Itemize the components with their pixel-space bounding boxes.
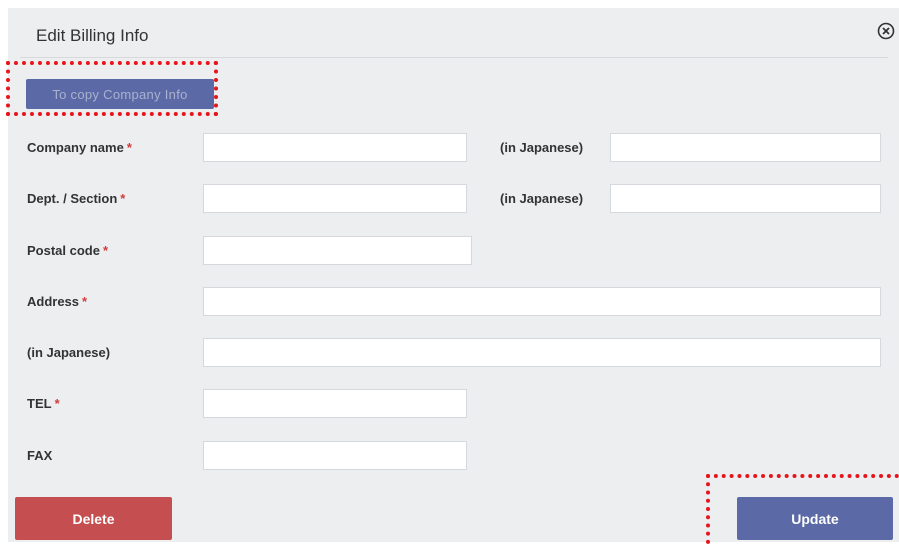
address-jp-label: (in Japanese)	[27, 345, 111, 360]
dept-section-jp-input[interactable]	[610, 184, 881, 213]
company-name-label: Company name *	[27, 140, 132, 155]
dept-section-label-text: Dept. / Section	[27, 191, 118, 206]
address-jp-input[interactable]	[203, 338, 881, 367]
company-name-jp-input[interactable]	[610, 133, 881, 162]
dialog-title: Edit Billing Info	[36, 26, 149, 45]
dept-section-input[interactable]	[203, 184, 467, 213]
close-icon[interactable]	[877, 22, 895, 40]
company-name-label-text: Company name	[27, 140, 124, 155]
copy-company-info-button[interactable]: To copy Company Info	[26, 79, 214, 109]
dept-section-label: Dept. / Section *	[27, 191, 125, 206]
update-button[interactable]: Update	[737, 497, 893, 540]
fax-label: FAX	[27, 448, 53, 463]
tel-label-text: TEL	[27, 396, 52, 411]
address-label: Address *	[27, 294, 87, 309]
postal-code-input[interactable]	[203, 236, 472, 265]
fax-input[interactable]	[203, 441, 467, 470]
edit-billing-dialog: Edit Billing Info To copy Company Info C…	[8, 8, 899, 542]
required-mark: *	[120, 191, 126, 206]
address-label-text: Address	[27, 294, 80, 309]
delete-button[interactable]: Delete	[15, 497, 172, 540]
required-mark: *	[102, 243, 109, 258]
company-name-input[interactable]	[203, 133, 467, 162]
title-divider	[20, 57, 888, 58]
postal-code-label: Postal code *	[27, 243, 108, 258]
dept-section-jp-label: (in Japanese)	[500, 191, 584, 206]
postal-code-label-text: Postal code	[27, 243, 100, 258]
address-input[interactable]	[203, 287, 881, 316]
required-mark: *	[54, 396, 60, 411]
required-mark: *	[82, 294, 88, 309]
tel-input[interactable]	[203, 389, 467, 418]
company-name-jp-label: (in Japanese)	[500, 140, 584, 155]
tel-label: TEL *	[27, 396, 60, 411]
required-mark: *	[126, 140, 132, 155]
